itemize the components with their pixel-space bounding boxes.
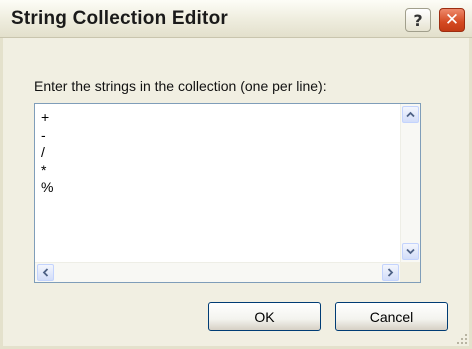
string-line: %	[41, 179, 54, 195]
instruction-label: Enter the strings in the collection (one…	[34, 78, 327, 94]
arrow-down-icon	[406, 248, 415, 255]
string-line: -	[41, 126, 46, 143]
help-icon: ?	[413, 10, 423, 30]
title-bar[interactable]: String Collection Editor ? ✕	[0, 0, 472, 38]
dialog-title: String Collection Editor	[11, 8, 228, 29]
scroll-down-button[interactable]	[402, 243, 419, 260]
help-button[interactable]: ?	[405, 8, 431, 32]
scroll-right-button[interactable]	[382, 264, 399, 281]
scrollbar-corner	[400, 262, 420, 282]
arrow-up-icon	[406, 111, 415, 118]
string-collection-editor-dialog: String Collection Editor ? ✕ Enter the s…	[0, 0, 472, 349]
string-line: /	[41, 144, 45, 160]
vertical-scrollbar[interactable]	[400, 104, 420, 262]
cancel-button[interactable]: Cancel	[335, 302, 448, 331]
horizontal-scrollbar[interactable]	[35, 262, 401, 282]
close-button[interactable]: ✕	[439, 8, 465, 32]
string-line: *	[41, 161, 47, 178]
strings-text[interactable]: + - / * %	[41, 109, 391, 197]
ok-button[interactable]: OK	[208, 302, 321, 331]
close-icon: ✕	[444, 10, 460, 30]
arrow-left-icon	[42, 268, 49, 277]
string-line: +	[41, 109, 50, 125]
strings-textbox[interactable]: + - / * %	[34, 103, 421, 283]
arrow-right-icon	[387, 268, 394, 277]
resize-grip-icon[interactable]	[456, 333, 468, 345]
scroll-left-button[interactable]	[37, 264, 54, 281]
scroll-up-button[interactable]	[402, 106, 419, 123]
